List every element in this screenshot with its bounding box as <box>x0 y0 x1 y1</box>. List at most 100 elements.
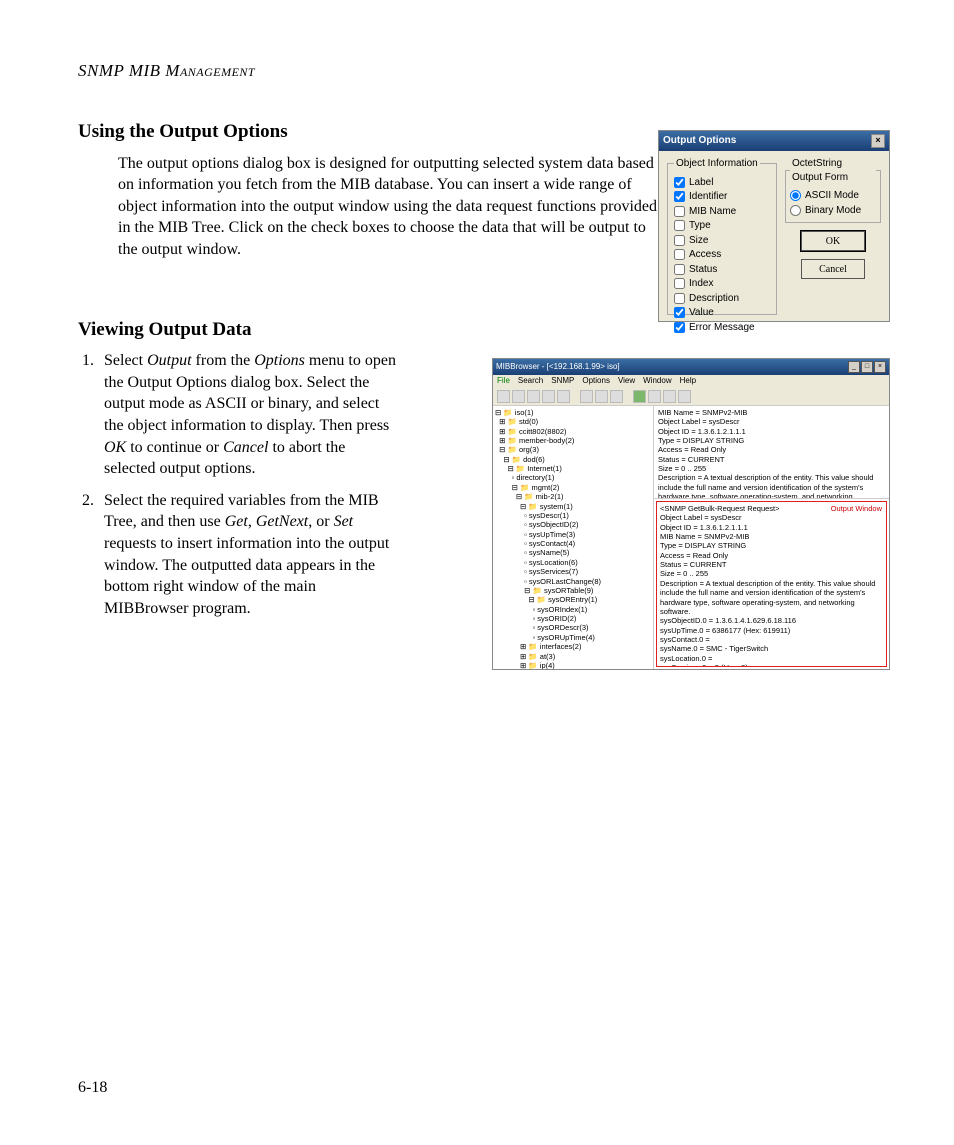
checkbox-label: MIB Name <box>689 205 736 219</box>
radio-label: ASCII Mode <box>805 189 859 203</box>
object-information-group: Object Information LabelIdentifierMIB Na… <box>667 157 777 315</box>
toolbar-icon[interactable] <box>663 390 676 403</box>
radio-input[interactable] <box>790 205 801 216</box>
text-italic: Set <box>334 513 354 530</box>
menubar: File Search SNMP Options View Window Help <box>493 375 889 388</box>
section2-list: Select Output from the Options menu to o… <box>98 350 398 619</box>
toolbar-icon[interactable] <box>527 390 540 403</box>
checkbox-label: Type <box>689 219 711 233</box>
menu-window[interactable]: Window <box>643 376 671 385</box>
menu-options[interactable]: Options <box>582 376 610 385</box>
toolbar-icon[interactable] <box>542 390 555 403</box>
list-item: Select Output from the Options menu to o… <box>98 350 398 480</box>
app-titlebar[interactable]: MIBBrowser - [<192.168.1.99> iso] _□× <box>493 359 889 375</box>
window-buttons: _□× <box>847 361 886 373</box>
checkbox-label: Index <box>689 277 713 291</box>
checkbox-label: Access <box>689 248 721 262</box>
dialog-title: Output Options <box>663 134 736 148</box>
checkbox-input[interactable] <box>674 206 685 217</box>
text: from the <box>192 352 255 369</box>
checkbox-input[interactable] <box>674 322 685 333</box>
radio-input[interactable] <box>790 190 801 201</box>
page-number: 6-18 <box>78 1077 107 1099</box>
text: to continue or <box>126 439 223 456</box>
checkbox-index[interactable]: Index <box>674 277 770 291</box>
checkbox-label: Description <box>689 292 739 306</box>
dialog-titlebar[interactable]: Output Options × <box>659 131 889 151</box>
group-legend: Object Information <box>674 157 760 171</box>
menu-search[interactable]: Search <box>518 376 543 385</box>
checkbox-input[interactable] <box>674 220 685 231</box>
list-item: Select the required variables from the M… <box>98 490 398 620</box>
app-title: MIBBrowser - [<192.168.1.99> iso] <box>496 362 620 373</box>
radio-label: Binary Mode <box>805 204 861 218</box>
checkbox-input[interactable] <box>674 191 685 202</box>
checkbox-input[interactable] <box>674 249 685 260</box>
menu-help[interactable]: Help <box>680 376 696 385</box>
text-italic: Options <box>254 352 305 369</box>
toolbar-icon[interactable] <box>648 390 661 403</box>
checkbox-label: Label <box>689 176 713 190</box>
mibbrowser-window: MIBBrowser - [<192.168.1.99> iso] _□× Fi… <box>492 358 890 670</box>
toolbar-icon[interactable] <box>580 390 593 403</box>
output-window-label: Output Window <box>831 504 882 513</box>
ok-button[interactable]: OK <box>801 231 865 251</box>
output-window-pane: Output Window <SNMP GetBulk-Request Requ… <box>656 501 887 667</box>
checkbox-label: Identifier <box>689 190 727 204</box>
checkbox-label: Error Message <box>689 321 755 335</box>
checkbox-access[interactable]: Access <box>674 248 770 262</box>
checkbox-value[interactable]: Value <box>674 306 770 320</box>
text: requests to insert information into the … <box>104 535 389 617</box>
text: , or <box>308 513 333 530</box>
checkbox-mib-name[interactable]: MIB Name <box>674 205 770 219</box>
toolbar-icon[interactable] <box>610 390 623 403</box>
mib-tree[interactable]: ⊟ 📁 iso(1) ⊞ 📁 std(0) ⊞ 📁 ccitt802(8802)… <box>493 406 654 669</box>
minimize-icon[interactable]: _ <box>848 361 860 373</box>
checkbox-input[interactable] <box>674 278 685 289</box>
text-italic: GetNext <box>256 513 308 530</box>
toolbar-icon[interactable] <box>497 390 510 403</box>
info-pane: MIB Name = SNMPv2-MIBObject Label = sysD… <box>654 406 889 499</box>
text: , <box>248 513 256 530</box>
checkbox-size[interactable]: Size <box>674 234 770 248</box>
menu-file[interactable]: File <box>497 376 510 385</box>
checkbox-type[interactable]: Type <box>674 219 770 233</box>
section1-body: The output options dialog box is designe… <box>118 153 658 261</box>
checkbox-input[interactable] <box>674 235 685 246</box>
checkbox-identifier[interactable]: Identifier <box>674 190 770 204</box>
checkbox-label[interactable]: Label <box>674 176 770 190</box>
close-icon[interactable]: × <box>874 361 886 373</box>
maximize-icon[interactable]: □ <box>861 361 873 373</box>
section1-paragraph: The output options dialog box is designe… <box>118 153 658 261</box>
cancel-button[interactable]: Cancel <box>801 259 865 279</box>
octetstring-output-form-group: OctetString Output Form ASCII ModeBinary… <box>785 157 881 223</box>
radio-binary-mode[interactable]: Binary Mode <box>790 204 876 218</box>
text-italic: Get <box>225 513 248 530</box>
separator <box>572 390 578 401</box>
radio-ascii-mode[interactable]: ASCII Mode <box>790 189 876 203</box>
checkbox-description[interactable]: Description <box>674 292 770 306</box>
close-icon[interactable]: × <box>871 134 885 148</box>
separator <box>625 390 631 401</box>
page-header: SNMP MIB Management <box>78 60 890 83</box>
checkbox-input[interactable] <box>674 293 685 304</box>
text-italic: OK <box>104 439 126 456</box>
toolbar-icon[interactable] <box>557 390 570 403</box>
checkbox-error-message[interactable]: Error Message <box>674 321 770 335</box>
menu-view[interactable]: View <box>618 376 635 385</box>
toolbar-icon[interactable] <box>678 390 691 403</box>
toolbar-icon[interactable] <box>512 390 525 403</box>
checkbox-input[interactable] <box>674 264 685 275</box>
checkbox-label: Value <box>689 306 714 320</box>
toolbar-icon[interactable] <box>595 390 608 403</box>
menu-snmp[interactable]: SNMP <box>551 376 574 385</box>
text-italic: Cancel <box>223 439 268 456</box>
checkbox-status[interactable]: Status <box>674 263 770 277</box>
text: Select <box>104 352 147 369</box>
group-legend: OctetString Output Form <box>790 157 876 184</box>
toolbar-icon[interactable] <box>633 390 646 403</box>
checkbox-input[interactable] <box>674 307 685 318</box>
checkbox-input[interactable] <box>674 177 685 188</box>
output-options-dialog: Output Options × Object Information Labe… <box>658 130 890 322</box>
toolbar <box>493 388 889 406</box>
